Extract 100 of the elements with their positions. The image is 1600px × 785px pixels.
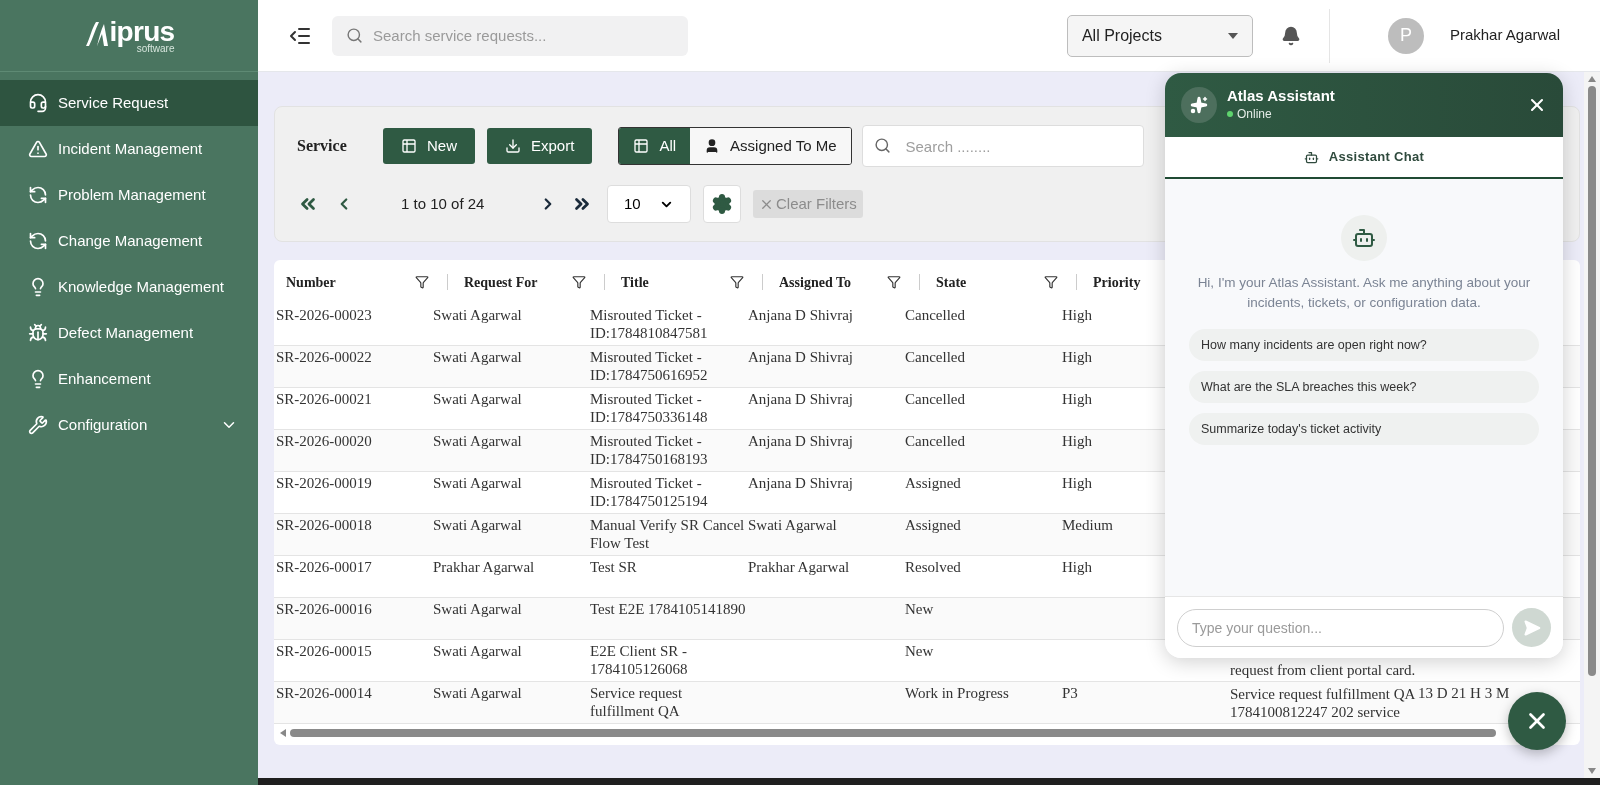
question-input[interactable]: Type your question... — [1177, 608, 1504, 647]
table-icon — [401, 138, 417, 154]
table-cell-text: Service request fulfillment QA — [590, 684, 684, 720]
table-cell-text: P3 — [1062, 684, 1079, 702]
sidebar-label: Knowledge Management — [58, 276, 225, 297]
search-field[interactable]: Search service requests... — [332, 15, 688, 56]
table-cell-text: Misrouted Ticket - ID:1784750616952 — [590, 348, 709, 384]
table-cell-text: Assigned — [905, 516, 962, 534]
table-cell-text: Cancelled — [905, 306, 966, 324]
page-size-select[interactable]: 10 — [607, 185, 691, 223]
sidebar-label: Problem Management — [58, 184, 207, 205]
scroll-down-icon — [1588, 768, 1596, 774]
table-cell-text: Anjana D Shivraj — [748, 306, 854, 324]
table-cell-text: Cancelled — [905, 432, 966, 450]
column-header[interactable]: Number — [286, 271, 336, 293]
warning-icon — [28, 139, 48, 159]
column-header[interactable]: Assigned To — [779, 271, 851, 293]
table-cell: Test E2E 1784105141890 — [590, 600, 746, 618]
view-toggle-tab[interactable]: Assigned To Me — [690, 128, 851, 164]
sidebar-item[interactable]: Knowledge Management — [0, 264, 258, 310]
table-cell-text: 13 D 21 H 3 M — [1418, 684, 1511, 702]
table-icon — [633, 138, 650, 154]
table-cell-text: Test SR — [590, 558, 638, 576]
download-icon — [505, 138, 521, 154]
chat-tab[interactable]: Assistant Chat — [1165, 137, 1563, 179]
table-cell-text: Swati Agarwal — [748, 516, 838, 534]
table-cell-text: Anjana D Shivraj — [748, 390, 854, 408]
table-cell-text: SR-2026-00021 — [276, 390, 373, 408]
toolbar-title: Service — [297, 136, 348, 156]
table-cell-text: Cancelled — [905, 390, 966, 408]
send-icon — [1522, 618, 1541, 637]
table-cell-text: Swati Agarwal — [433, 474, 523, 492]
table-cell-text: Anjana D Shivraj — [748, 432, 854, 450]
search-icon — [873, 137, 891, 154]
robot-icon — [1352, 226, 1376, 250]
table-cell: Service request fulfillment QA 1784100812247 202 service — [1230, 685, 1416, 721]
sidebar-item[interactable]: Service Request — [0, 80, 258, 126]
table-cell: request from client portal card. — [1230, 661, 1416, 679]
table-cell-text: Resolved — [905, 558, 962, 576]
column-header[interactable]: State — [936, 271, 967, 293]
caret-icon — [1227, 32, 1238, 39]
table-cell-text: SR-2026-00020 — [276, 432, 373, 450]
table-cell-text: Misrouted Ticket - ID:1784750336148 — [590, 390, 709, 426]
table-cell-text: Swati Agarwal — [433, 600, 523, 618]
table-cell-text: New — [905, 600, 935, 618]
bell-icon[interactable] — [1280, 25, 1301, 46]
sidebar-item[interactable]: Incident Management — [0, 126, 258, 172]
project-select[interactable]: All Projects — [1066, 14, 1253, 57]
suggestion-chip[interactable]: What are the SLA breaches this week? — [1189, 371, 1539, 403]
column-header[interactable]: Priority — [1093, 271, 1141, 293]
table-cell-text: Swati Agarwal — [433, 306, 523, 324]
wrench-icon — [28, 415, 48, 435]
toolbar-button[interactable]: New — [383, 128, 475, 164]
table-cell-text: Swati Agarwal — [433, 432, 523, 450]
table-cell-text: SR-2026-00022 — [276, 348, 373, 366]
vertical-scrollbar[interactable] — [1584, 72, 1600, 778]
sidebar-label: Enhancement — [58, 368, 152, 389]
column-header[interactable]: Request For — [464, 271, 538, 293]
filter-icon[interactable] — [415, 275, 429, 289]
table-cell-text: SR-2026-00019 — [276, 474, 373, 492]
view-toggle-tab[interactable]: All — [619, 128, 691, 164]
table-cell-text: SR-2026-00018 — [276, 516, 373, 534]
sidebar-item[interactable]: Configuration — [0, 402, 258, 448]
sidebar-item[interactable]: Defect Management — [0, 310, 258, 356]
table-cell-text: High — [1062, 474, 1093, 492]
filter-icon[interactable] — [730, 275, 744, 289]
cycle-icon — [28, 231, 48, 251]
search-icon — [346, 26, 363, 44]
column-header[interactable]: Title — [621, 271, 649, 293]
table-cell-text: Swati Agarwal — [433, 516, 523, 534]
suggestion-chip[interactable]: Summarize today's ticket activity — [1189, 413, 1539, 445]
table-cell-text: Prakhar Agarwal — [748, 558, 851, 576]
bug-icon — [28, 323, 48, 343]
table-cell-text: High — [1062, 558, 1093, 576]
table-cell-text: High — [1062, 306, 1093, 324]
sidebar-item[interactable]: Problem Management — [0, 172, 258, 218]
suggestion-chip[interactable]: How many incidents are open right now? — [1189, 329, 1539, 361]
sidebar-item[interactable]: Change Management — [0, 218, 258, 264]
status-label: Online — [1237, 106, 1272, 123]
settings-button[interactable] — [703, 185, 741, 223]
search-field[interactable]: Search ........ — [861, 125, 1144, 167]
table-cell-text: Work in Progress — [905, 684, 1010, 702]
table-cell-text: Misrouted Ticket - ID:1784750125194 — [590, 474, 709, 510]
filter-icon[interactable] — [887, 275, 901, 289]
table-cell-text: Prakhar Agarwal — [433, 558, 536, 576]
table-cell-text: Misrouted Ticket - ID:1784750168193 — [590, 432, 709, 468]
table-cell-text: SR-2026-00015 — [276, 642, 373, 660]
filter-icon[interactable] — [1044, 275, 1058, 289]
sidebar-label: Service Request — [58, 92, 170, 113]
table-cell-text: High — [1062, 348, 1093, 366]
sidebar-item[interactable]: Enhancement — [0, 356, 258, 402]
headset-icon — [28, 93, 48, 113]
table-cell-text: High — [1062, 390, 1093, 408]
sidebar-label: Defect Management — [58, 322, 195, 343]
robot-icon — [1303, 149, 1319, 165]
toolbar-button[interactable]: Export — [487, 128, 593, 164]
table-cell-text: Misrouted Ticket - ID:1784810847581 — [590, 306, 709, 342]
table-cell-text: Cancelled — [905, 348, 966, 366]
table-cell-text: Anjana D Shivraj — [748, 348, 854, 366]
filter-icon[interactable] — [572, 275, 586, 289]
